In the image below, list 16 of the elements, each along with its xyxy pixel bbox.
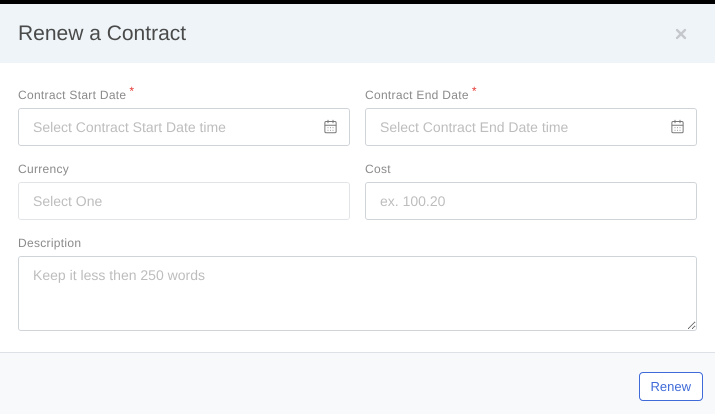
- required-mark: *: [472, 83, 476, 100]
- input-field[interactable]: ex. 100.20: [365, 182, 697, 220]
- field-label: Currency: [18, 161, 70, 178]
- date-field[interactable]: Select Contract End Date time: [365, 108, 697, 146]
- select-field[interactable]: Select One: [18, 182, 350, 220]
- field-label: Contract End Date: [365, 87, 469, 104]
- textarea-field[interactable]: Keep it less then 250 words: [18, 256, 697, 331]
- renew-button[interactable]: Renew: [638, 372, 703, 401]
- field-label: Contract Start Date: [18, 87, 126, 104]
- calendar-icon: [323, 119, 338, 134]
- field-label: Description: [18, 235, 82, 252]
- calendar-icon: [670, 119, 685, 134]
- required-mark: *: [129, 83, 134, 100]
- field-label: Cost: [365, 161, 391, 178]
- dialog-title: Renew a Contract: [18, 20, 186, 47]
- date-field[interactable]: Select Contract Start Date time: [18, 108, 350, 146]
